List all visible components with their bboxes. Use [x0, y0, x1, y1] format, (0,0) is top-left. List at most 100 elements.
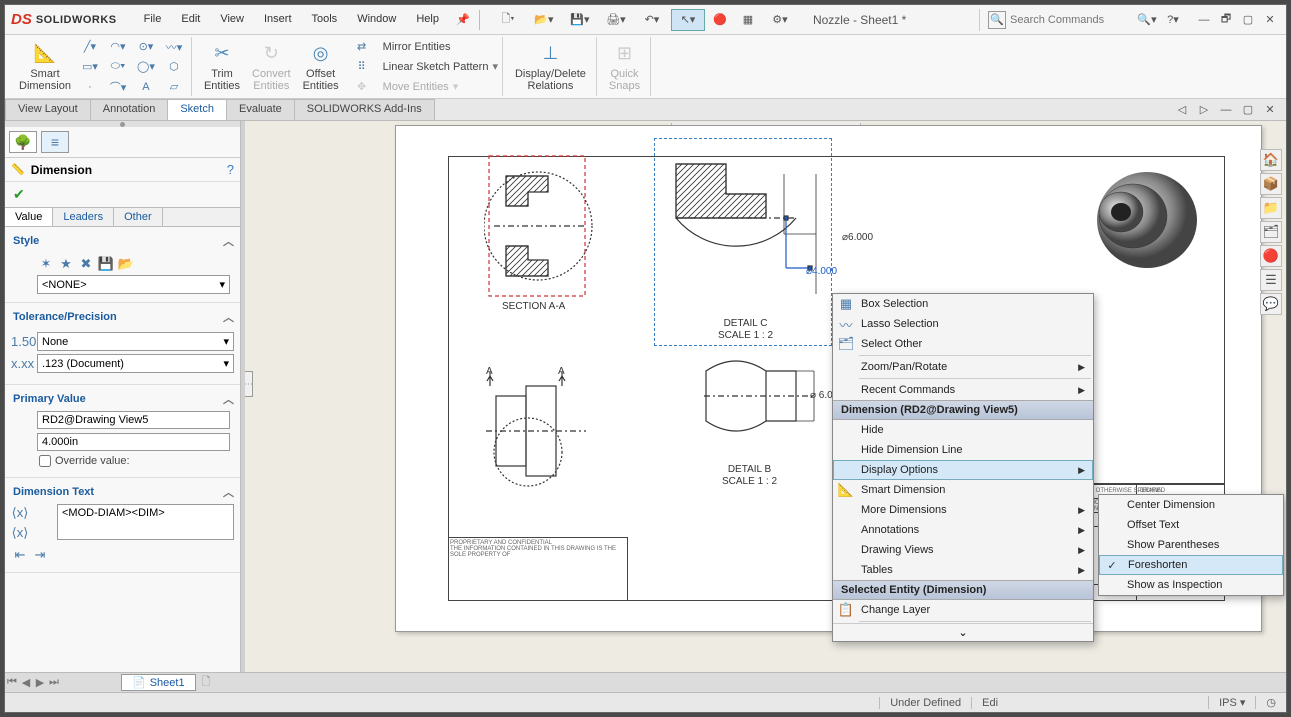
- ctx-display-options[interactable]: Display Options▶: [833, 460, 1093, 480]
- dt-icon-2[interactable]: ⟨x⟩: [11, 524, 29, 542]
- ctx-select-other[interactable]: 🗂Select Other: [833, 334, 1093, 354]
- menu-view[interactable]: View: [211, 9, 253, 31]
- dimension-text-header[interactable]: Dimension Text: [13, 486, 94, 498]
- precision-select[interactable]: .123 (Document)▾: [37, 354, 234, 373]
- sheet-next-icon[interactable]: ▶: [33, 676, 47, 689]
- home-icon[interactable]: 🏠: [1260, 149, 1282, 171]
- style-new-icon[interactable]: ✶: [37, 255, 55, 273]
- offset-entities-button[interactable]: ◎Offset Entities: [297, 39, 345, 95]
- panel-help-icon[interactable]: ?: [227, 162, 234, 177]
- dt-just-left-icon[interactable]: ⇤: [11, 546, 29, 564]
- spline-tool[interactable]: 〰▾: [161, 38, 187, 56]
- search-go-icon[interactable]: 🔍▾: [1134, 9, 1160, 31]
- sub-offset-text[interactable]: Offset Text: [1099, 515, 1283, 535]
- sub-show-parentheses[interactable]: Show Parentheses: [1099, 535, 1283, 555]
- select-button[interactable]: ↖▾: [671, 9, 705, 31]
- tolerance-header[interactable]: Tolerance/Precision: [13, 311, 117, 323]
- pin-icon[interactable]: 📌: [450, 9, 476, 31]
- rect-tool[interactable]: ▭▾: [77, 58, 103, 76]
- tab-addins[interactable]: SOLIDWORKS Add-Ins: [294, 99, 435, 120]
- sheet-last-icon[interactable]: ⏭: [47, 676, 61, 689]
- sub-center-dimension[interactable]: Center Dimension: [1099, 495, 1283, 515]
- status-extra-icon[interactable]: ◷: [1255, 696, 1286, 709]
- ctx-zoom-pan-rotate[interactable]: Zoom/Pan/Rotate▶: [833, 357, 1093, 377]
- sub-foreshorten[interactable]: ✓Foreshorten: [1099, 555, 1283, 575]
- dim-d6[interactable]: ⌀6.000: [842, 232, 873, 243]
- print-button[interactable]: 🖨▾: [599, 9, 633, 31]
- options-button[interactable]: ▦: [735, 9, 761, 31]
- tab-annotation[interactable]: Annotation: [90, 99, 169, 120]
- fillet-tool[interactable]: ⌒▾: [105, 78, 131, 96]
- chevron-up-icon[interactable]: ︿: [223, 484, 234, 500]
- linear-pattern-label[interactable]: Linear Sketch Pattern: [379, 61, 489, 73]
- add-sheet-icon[interactable]: 🗋: [196, 673, 217, 692]
- ctx-recent-commands[interactable]: Recent Commands▶: [833, 380, 1093, 400]
- help-icon[interactable]: ?▾: [1160, 9, 1186, 31]
- sheet-prev-icon[interactable]: ◀: [19, 676, 33, 689]
- mirror-icon[interactable]: ⇄: [349, 38, 375, 56]
- rebuild-button[interactable]: 🔴: [707, 9, 733, 31]
- dt-just-right-icon[interactable]: ⇥: [31, 546, 49, 564]
- new-button[interactable]: 🗋▾: [491, 9, 525, 31]
- dt-icon-1[interactable]: ⟨x⟩: [11, 504, 29, 522]
- chevron-up-icon[interactable]: ︿: [223, 391, 234, 407]
- tab-view-layout[interactable]: View Layout: [5, 99, 91, 120]
- arc-tool[interactable]: ◠▾: [105, 38, 131, 56]
- search-input[interactable]: [1010, 14, 1130, 26]
- ctx-hide[interactable]: Hide: [833, 420, 1093, 440]
- style-load-icon[interactable]: 📂: [117, 255, 135, 273]
- sheet-tab[interactable]: 📄Sheet1: [121, 674, 196, 691]
- pattern-icon[interactable]: ⠿: [349, 58, 375, 76]
- sheet-first-icon[interactable]: ⏮: [5, 676, 19, 689]
- close-button[interactable]: ✕: [1260, 11, 1280, 29]
- ctx-change-layer[interactable]: 📋Change Layer: [833, 600, 1093, 620]
- tolerance-type-select[interactable]: None▾: [37, 332, 234, 351]
- resources-icon[interactable]: 📦: [1260, 173, 1282, 195]
- chevron-up-icon[interactable]: ︿: [223, 309, 234, 325]
- primary-name-input[interactable]: [37, 411, 230, 429]
- style-header[interactable]: Style: [13, 235, 39, 247]
- polygon-tool[interactable]: ⬡: [161, 58, 187, 76]
- ok-button[interactable]: ✔: [5, 182, 240, 207]
- style-save-icon[interactable]: 💾: [97, 255, 115, 273]
- doc-restore-icon[interactable]: ▢: [1238, 101, 1258, 119]
- settings-button[interactable]: ⚙▾: [763, 9, 797, 31]
- line-tool[interactable]: ╱▾: [77, 38, 103, 56]
- doc-next-icon[interactable]: ▷: [1194, 101, 1214, 119]
- override-checkbox[interactable]: Override value:: [11, 451, 234, 469]
- menu-insert[interactable]: Insert: [255, 9, 301, 31]
- plane-tool[interactable]: ▱: [161, 78, 187, 96]
- sub-show-as-inspection[interactable]: Show as Inspection: [1099, 575, 1283, 595]
- doc-prev-icon[interactable]: ◁: [1172, 101, 1192, 119]
- custom-props-icon[interactable]: ☰: [1260, 269, 1282, 291]
- point-tool[interactable]: ·: [77, 78, 103, 96]
- save-button[interactable]: 💾▾: [563, 9, 597, 31]
- menu-window[interactable]: Window: [348, 9, 405, 31]
- restore-button[interactable]: 🗗: [1216, 11, 1236, 29]
- ctx-hide-dim-line[interactable]: Hide Dimension Line: [833, 440, 1093, 460]
- style-select[interactable]: <NONE>▾: [37, 275, 230, 294]
- appearances-icon[interactable]: 🔴: [1260, 245, 1282, 267]
- ctx-drawing-views[interactable]: Drawing Views▶: [833, 540, 1093, 560]
- menu-help[interactable]: Help: [407, 9, 448, 31]
- file-explorer-icon[interactable]: 📁: [1260, 197, 1282, 219]
- ellipse-tool[interactable]: ◯▾: [133, 58, 159, 76]
- property-mgr-button[interactable]: ≡: [41, 131, 69, 153]
- undo-button[interactable]: ↶▾: [635, 9, 669, 31]
- menu-file[interactable]: File: [135, 9, 171, 31]
- style-del-icon[interactable]: ✖: [77, 255, 95, 273]
- trim-entities-button[interactable]: ✂Trim Entities: [198, 39, 246, 95]
- slot-tool[interactable]: ⬭▾: [105, 58, 131, 76]
- dimension-text-input[interactable]: <MOD-DIAM><DIM>: [57, 504, 234, 540]
- ctx-box-selection[interactable]: ▦Box Selection: [833, 294, 1093, 314]
- doc-close-icon[interactable]: ✕: [1260, 101, 1280, 119]
- smart-dimension-button[interactable]: 📐 Smart Dimension: [13, 39, 77, 95]
- dim-d4[interactable]: ⌀4.000: [806, 266, 837, 277]
- dim-d6b[interactable]: ⌀ 6.0: [810, 390, 833, 401]
- ctx-smart-dimension[interactable]: 📐Smart Dimension: [833, 480, 1093, 500]
- menu-edit[interactable]: Edit: [172, 9, 209, 31]
- status-units[interactable]: IPS ▾: [1208, 696, 1255, 709]
- tab-evaluate[interactable]: Evaluate: [226, 99, 295, 120]
- splitter-handle[interactable]: ⋮: [245, 371, 253, 397]
- open-button[interactable]: 📂▾: [527, 9, 561, 31]
